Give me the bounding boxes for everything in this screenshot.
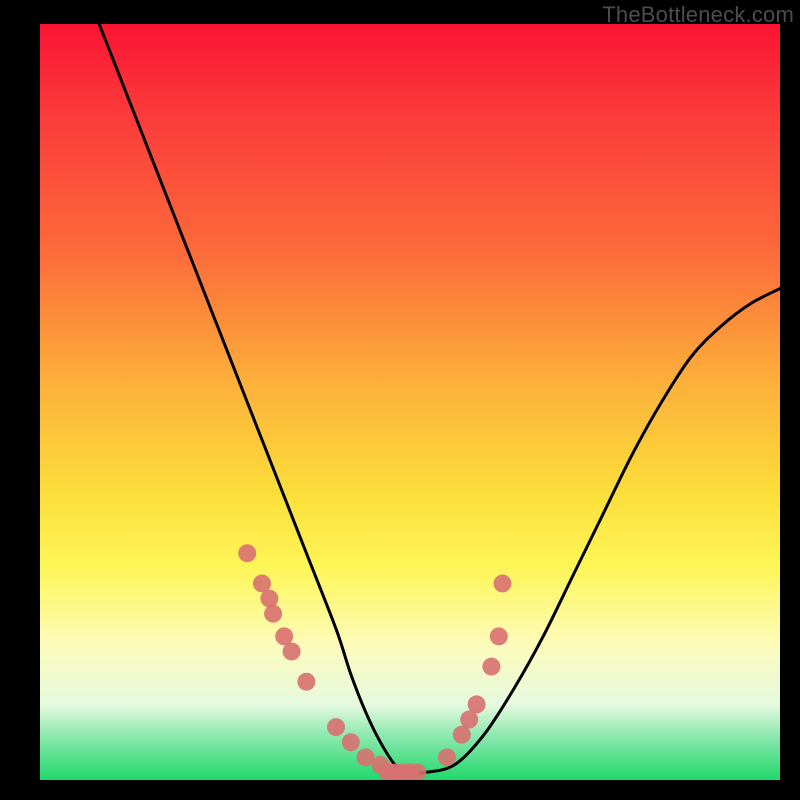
sample-point [264, 605, 282, 623]
sample-point [283, 642, 301, 660]
plot-area [40, 24, 780, 780]
sample-point [260, 590, 278, 608]
chart-frame: TheBottleneck.com [0, 0, 800, 800]
watermark-text: TheBottleneck.com [602, 2, 794, 28]
sample-point [342, 733, 360, 751]
sample-point [468, 695, 486, 713]
sample-point [490, 627, 508, 645]
sample-point [494, 574, 512, 592]
bottleneck-curve-path [99, 24, 780, 773]
sample-point [438, 748, 456, 766]
sample-point [327, 718, 345, 736]
points-layer [238, 544, 511, 780]
sample-point [297, 673, 315, 691]
chart-svg [40, 24, 780, 780]
sample-point [482, 658, 500, 676]
curve-layer [99, 24, 780, 773]
sample-point [238, 544, 256, 562]
